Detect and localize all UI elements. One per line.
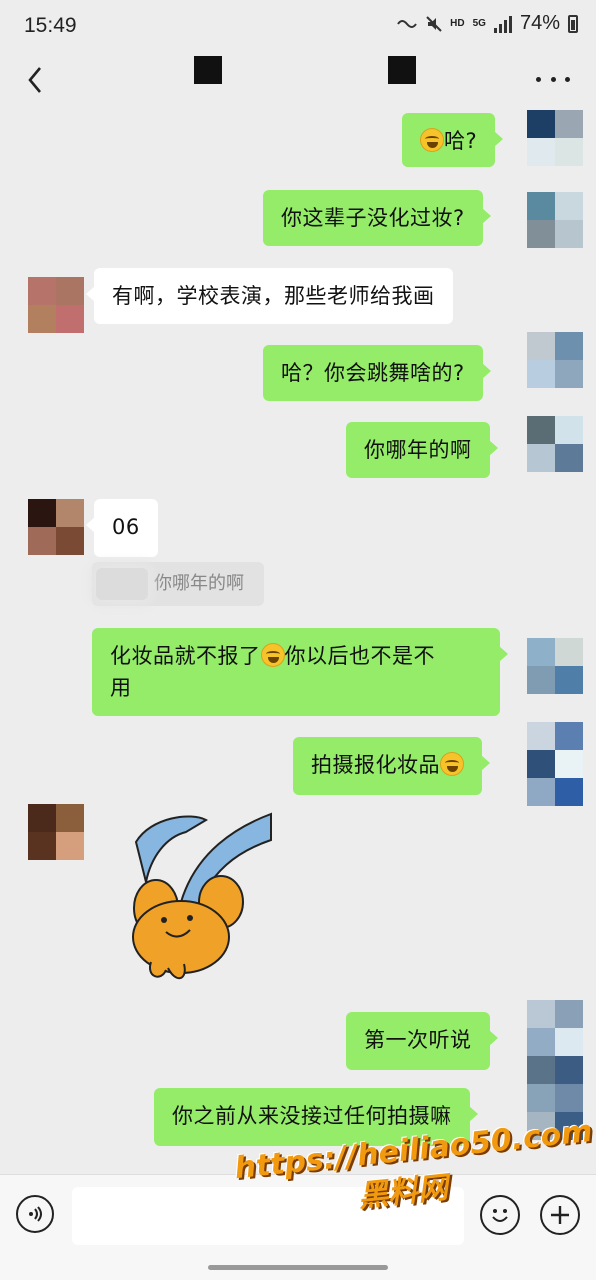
status-icons: HD 5G 74% xyxy=(396,12,578,35)
quoted-message[interactable]: 你哪年的啊 xyxy=(92,562,264,606)
message-bubble[interactable]: 有啊，学校表演，那些老师给我画 xyxy=(86,268,453,324)
my-avatar[interactable] xyxy=(527,416,583,472)
redacted-name-block xyxy=(388,56,416,84)
my-avatar[interactable] xyxy=(527,1000,583,1056)
my-avatar[interactable] xyxy=(527,192,583,248)
message-bubble[interactable]: 化妆品就不报了 你以后也不是不 用 xyxy=(92,628,508,716)
redacted-name-block xyxy=(194,56,222,84)
hd-badge: HD xyxy=(450,17,465,29)
message-bubble[interactable]: 哈？你会跳舞啥的? xyxy=(263,345,491,401)
message-bubble[interactable]: 哈? xyxy=(402,113,504,167)
laughing-crying-emoji-icon xyxy=(420,128,444,152)
my-avatar[interactable] xyxy=(527,722,583,806)
message-bubble[interactable]: 你这辈子没化过妆? xyxy=(263,190,491,246)
status-bar: 15:49 HD 5G 74% xyxy=(0,0,596,54)
contact-avatar[interactable] xyxy=(28,499,84,555)
message-bubble[interactable]: 06 xyxy=(86,499,158,557)
my-avatar[interactable] xyxy=(527,638,583,694)
message-bubble[interactable]: 拍摄报化妆品 xyxy=(293,737,490,795)
contact-avatar[interactable] xyxy=(28,804,84,860)
message-bubble[interactable]: 你哪年的啊 xyxy=(346,422,497,478)
voice-icon[interactable] xyxy=(16,1195,54,1233)
quote-sender-blur xyxy=(96,568,148,600)
status-time: 15:49 xyxy=(24,14,77,37)
chevron-left-icon[interactable] xyxy=(22,62,52,98)
laughing-crying-emoji-icon xyxy=(260,643,285,667)
battery-icon xyxy=(568,14,578,33)
network-badge: 5G xyxy=(472,17,486,29)
message-bubble[interactable]: 第一次听说 xyxy=(346,1012,497,1070)
laughing-crying-emoji-icon xyxy=(440,752,464,776)
battery-percent: 74% xyxy=(519,12,560,34)
signal-icon xyxy=(493,15,512,33)
link-icon xyxy=(397,19,418,28)
orange-bear-sticker[interactable] xyxy=(106,812,276,990)
mute-icon xyxy=(426,15,442,32)
contact-avatar[interactable] xyxy=(28,277,84,333)
plus-icon[interactable] xyxy=(540,1195,580,1235)
chat-header xyxy=(0,54,596,106)
home-indicator[interactable] xyxy=(208,1265,388,1270)
more-dots-icon[interactable] xyxy=(536,64,570,94)
my-avatar[interactable] xyxy=(527,332,583,388)
my-avatar[interactable] xyxy=(527,110,583,166)
